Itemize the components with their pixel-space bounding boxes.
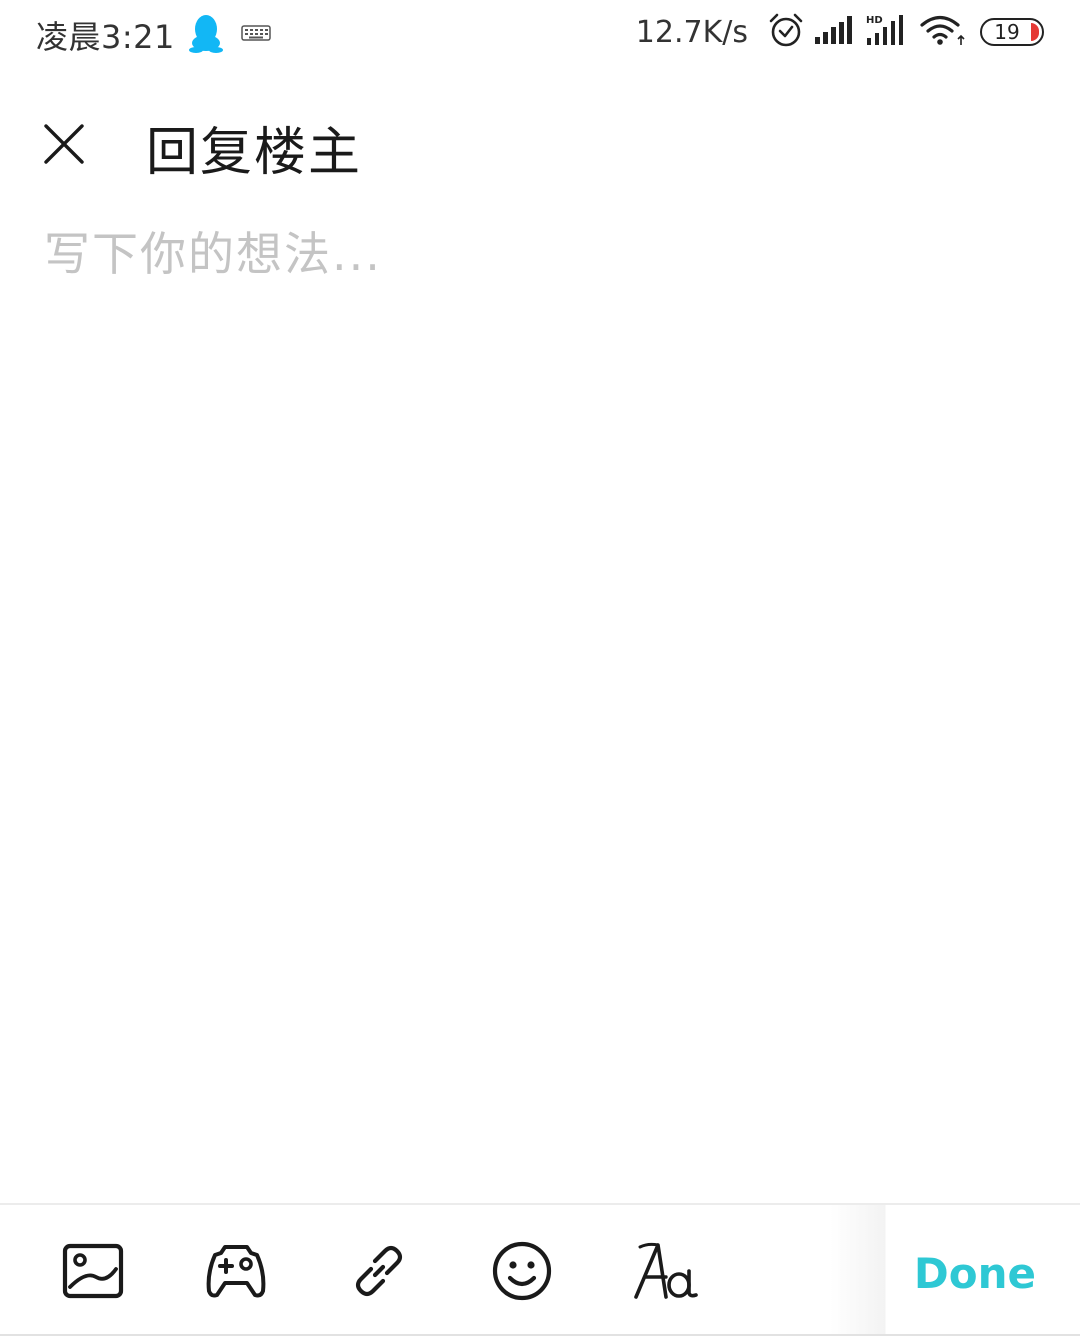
font-format-icon	[634, 1242, 698, 1299]
close-icon	[44, 124, 84, 164]
hd-signal-icon: HD	[866, 14, 910, 50]
page-title: 回复楼主	[146, 123, 363, 183]
battery-level: 19	[994, 20, 1020, 44]
svg-text:HD: HD	[866, 15, 883, 26]
insert-image-button[interactable]	[57, 1235, 129, 1307]
gamepad-icon	[206, 1245, 266, 1298]
insert-game-button[interactable]	[200, 1235, 272, 1307]
status-right: 12.7K/s HD 19	[636, 12, 1044, 52]
done-area: Done	[830, 1205, 1080, 1336]
network-speed: 12.7K/s	[635, 14, 748, 50]
editor-toolbar: Done	[0, 1203, 1080, 1336]
battery-fill	[1031, 23, 1039, 41]
insert-emoji-button[interactable]	[486, 1235, 558, 1307]
link-icon	[355, 1245, 403, 1297]
qq-penguin-icon	[188, 13, 223, 57]
status-bar: 凌晨3:21 12.7K/s HD 19	[0, 0, 1080, 70]
status-left: 凌晨3:21	[36, 12, 271, 58]
keyboard-icon	[241, 25, 271, 45]
battery-icon: 19	[980, 18, 1044, 46]
image-icon	[62, 1243, 124, 1299]
signal-icon	[814, 15, 856, 49]
insert-link-button[interactable]	[343, 1235, 415, 1307]
done-button[interactable]: Done	[914, 1249, 1036, 1298]
status-time: 凌晨3:21	[36, 18, 175, 56]
wifi-icon	[920, 14, 966, 50]
text-format-button[interactable]	[630, 1235, 706, 1307]
reply-input[interactable]	[44, 222, 1034, 1162]
emoji-icon	[492, 1241, 552, 1301]
bottom-divider	[0, 1334, 1080, 1336]
alarm-icon	[768, 12, 804, 52]
close-button[interactable]	[40, 120, 88, 168]
header: 回复楼主	[0, 90, 1080, 200]
